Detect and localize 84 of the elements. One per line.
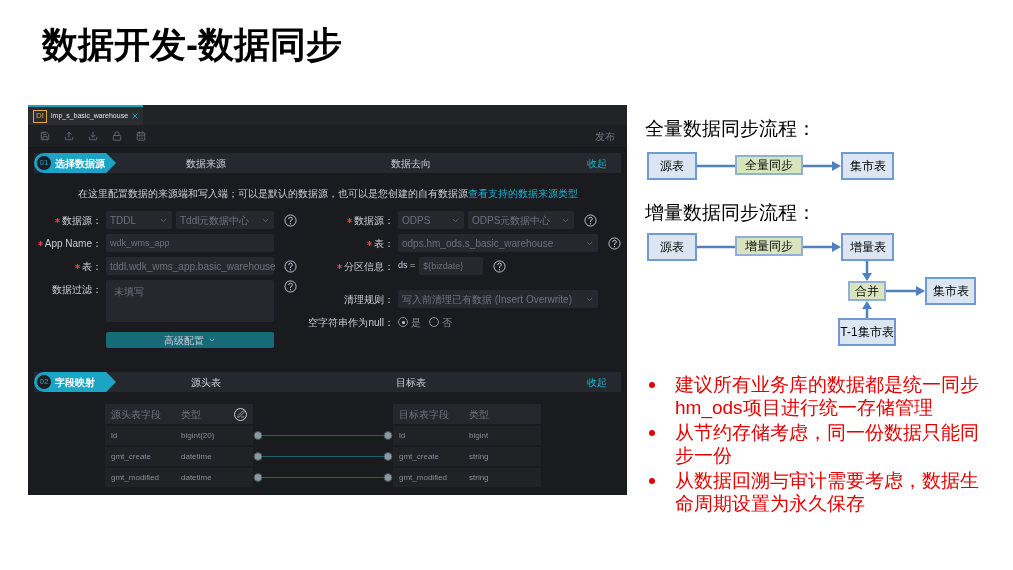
note-text: 从节约存储考虑，同一份数据只能同步一份 <box>675 420 980 467</box>
table-cell-text: gmt_create <box>399 450 441 463</box>
flow-node: 增量表 <box>841 232 894 261</box>
radio-label: 是 <box>411 315 421 330</box>
note-text: 从数据回溯与审计需要考虑，数据生命周期设置为永久保存 <box>675 468 980 515</box>
field-label: 表： <box>82 259 102 274</box>
step-number: 02 <box>36 374 52 390</box>
help-icon[interactable] <box>608 236 621 250</box>
table-cell-text: bigint(20) <box>181 429 216 442</box>
bullet-icon <box>649 381 655 388</box>
field-label: 数据源： <box>354 213 394 228</box>
column-heading: 源头表 <box>190 375 222 390</box>
flow-title: 全量数据同步流程： <box>645 117 817 141</box>
close-icon[interactable] <box>132 113 139 119</box>
dropdown-field[interactable]: ODPS元数据中心 <box>468 211 574 229</box>
chevron-down-icon <box>208 336 216 344</box>
table-cell-text: datetime <box>181 450 213 463</box>
step-number: 01 <box>36 155 52 171</box>
help-icon[interactable] <box>284 213 297 227</box>
bullet-icon <box>649 477 655 484</box>
intro-text: 在这里配置数据的来源端和写入端；可以是默认的数据源，也可以是您创建的自有数据源查看支持的数据来源类型 <box>76 187 579 201</box>
field-label: 数据过滤： <box>52 282 102 297</box>
partition-field[interactable]: ${bizdate} <box>419 257 484 275</box>
flow-node: 全量同步 <box>735 154 803 175</box>
edit-icon[interactable] <box>234 407 247 421</box>
step-title: 字段映射 <box>55 375 95 390</box>
field-label: 数据源： <box>62 213 102 228</box>
table-cell-text: gmt_create <box>111 450 153 463</box>
flow-arrow <box>885 285 925 296</box>
radio-label: 否 <box>442 315 452 330</box>
help-icon[interactable] <box>584 213 597 227</box>
flow-title: 增量数据同步流程： <box>645 200 817 225</box>
dropdown-field[interactable]: ODPS <box>398 211 464 229</box>
field-label: 分区信息： <box>344 259 394 274</box>
dropdown-field[interactable]: tddl.wdk_wms_app.basic_warehouse <box>106 257 274 275</box>
advanced-settings-button[interactable]: 高级配置 <box>106 332 274 348</box>
column-heading: 数据来源 <box>185 156 227 171</box>
table-cell-text: string <box>469 471 490 484</box>
flow-arrow <box>803 160 841 171</box>
calendar-icon[interactable] <box>136 131 146 141</box>
table-cell-text: id <box>111 429 119 442</box>
flow-node: 集市表 <box>841 151 894 180</box>
column-header: 类型 <box>469 407 490 422</box>
dropdown-field[interactable]: TDDL <box>106 211 172 229</box>
column-heading: 目标表 <box>395 375 427 390</box>
field-label: 清理规则： <box>344 292 394 307</box>
flow-node: 源表 <box>647 151 697 180</box>
dropdown-field[interactable]: Tddl元数据中心 <box>176 211 274 229</box>
field-label: App Name： <box>44 236 102 251</box>
column-header: 类型 <box>181 407 202 422</box>
save-icon[interactable] <box>40 131 50 141</box>
help-icon[interactable] <box>493 259 507 273</box>
slide-title: 数据开发-数据同步 <box>42 23 343 67</box>
flow-node: T-1集市表 <box>838 317 896 346</box>
table-cell-text: datetime <box>181 471 213 484</box>
table-cell-text: gmt_modified <box>399 471 449 484</box>
column-header: 源头表字段 <box>111 407 162 422</box>
collapse-link[interactable]: 收起 <box>587 155 607 171</box>
app-name-field[interactable]: wdk_wms_app <box>106 234 274 252</box>
tab-icon: DI <box>33 109 47 123</box>
supported-types-link[interactable]: 查看支持的数据来源类型 <box>467 188 578 199</box>
flow-node: 增量同步 <box>735 235 803 256</box>
flow-node: 源表 <box>647 232 697 261</box>
flow-node: 合并 <box>848 280 886 301</box>
publish-button[interactable]: 发布 <box>595 128 615 144</box>
table-cell-text: gmt_modified <box>111 471 161 484</box>
column-heading: 数据去向 <box>390 156 432 171</box>
collapse-link[interactable]: 收起 <box>587 374 607 390</box>
field-label: 空字符串作为null： <box>308 315 394 330</box>
column-header: 目标表字段 <box>399 407 450 422</box>
table-cell-text: string <box>469 450 490 463</box>
field-label: 表： <box>374 236 394 251</box>
table-cell-text: bigint <box>469 429 490 442</box>
help-icon[interactable] <box>284 259 297 273</box>
flow-node: 集市表 <box>925 276 976 305</box>
dropdown-field[interactable]: odps.hm_ods.s_basic_warehouse <box>398 234 598 252</box>
step-title: 选择数据源 <box>55 156 105 171</box>
help-icon[interactable] <box>284 280 297 293</box>
lock-icon[interactable] <box>112 131 122 141</box>
note-text: 建议所有业务库的数据都是统一同步hm_ods项目进行统一存储管理 <box>675 372 980 419</box>
table-cell-text: id <box>399 429 407 442</box>
partition-key: ds = <box>398 259 416 273</box>
flow-arrow <box>803 241 841 252</box>
bullet-icon <box>649 429 655 436</box>
